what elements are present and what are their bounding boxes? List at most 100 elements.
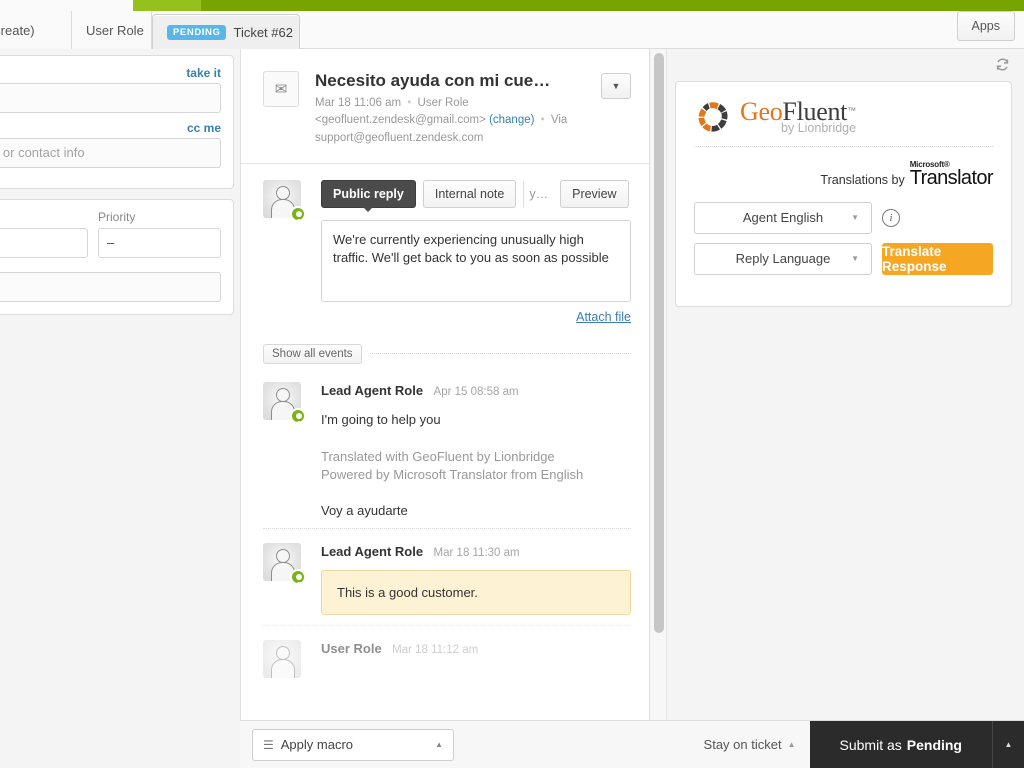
attributes-card: Priority – — [0, 199, 234, 315]
footer-actions: Stay on ticket ▲ Submit as Pending ▲ — [704, 720, 1024, 768]
apply-macro-label: Apply macro — [280, 737, 354, 752]
geofluent-wordmark: GeoFluent™ by Lionbridge — [740, 99, 856, 135]
tab-ticket-62[interactable]: PENDING Ticket #62 — [152, 14, 300, 50]
tab-create-label: n (create) — [0, 22, 35, 38]
separator-dot-2: • — [540, 114, 545, 127]
reply-textarea[interactable]: We're currently experiencing unusually h… — [321, 219, 631, 302]
top-bar-progress — [133, 0, 201, 11]
translate-response-button[interactable]: Translate Response — [882, 242, 993, 275]
via-label: Via — [550, 114, 568, 127]
ticket-conversation-pane: ✉ Necesito ayuda con mi cue… Mar 18 11:0… — [240, 49, 650, 720]
agent-language-row: Agent English ▼ i — [694, 201, 993, 234]
apps-button[interactable]: Apps — [956, 11, 1015, 41]
event-author: Lead Agent Role — [321, 544, 424, 560]
tab-create[interactable]: n (create) — [0, 11, 72, 49]
cc-me-link[interactable]: cc me — [0, 121, 221, 135]
list-icon: ☰ — [263, 737, 274, 752]
envelope-icon: ✉ — [263, 71, 299, 107]
event-body: User Role Mar 18 11:12 am — [303, 640, 631, 678]
apps-panel-toolbar — [675, 55, 1012, 81]
priority-column: Priority – — [98, 210, 221, 258]
apply-macro-button[interactable]: ☰ Apply macro ▲ — [252, 728, 454, 761]
tab-truncated[interactable]: y… — [523, 180, 553, 207]
agent-language-select[interactable]: Agent English ▼ — [694, 201, 872, 234]
translator-label: Translator — [909, 166, 994, 189]
event-translated-text: Voy a ayudarte — [321, 503, 408, 519]
event-time: Mar 18 11:12 am — [392, 644, 479, 657]
page-title: Necesito ayuda con mi cue… — [315, 71, 551, 90]
composer-body: Public reply Internal note y… Preview We… — [303, 179, 631, 324]
conversation-scrollbar[interactable] — [651, 49, 667, 720]
divider — [369, 353, 631, 355]
agent-badge-icon — [290, 205, 306, 222]
geofluent-app-card: GeoFluent™ by Lionbridge Translations by… — [675, 81, 1012, 307]
event-author: Lead Agent Role — [321, 382, 424, 398]
refresh-icon[interactable] — [995, 57, 1010, 76]
logo-geo: Geo — [740, 97, 783, 127]
submit-status: Pending — [906, 736, 962, 753]
tab-internal-note[interactable]: Internal note — [422, 179, 517, 208]
stay-on-ticket-dropdown[interactable]: Stay on ticket ▲ — [704, 737, 810, 752]
priority-label: Priority — [98, 210, 136, 224]
submit-options-chevron-up-icon[interactable]: ▲ — [992, 720, 1024, 768]
translations-by-label: Translations by — [820, 172, 905, 187]
assignee-card: take it ort cc me ame or contact info — [0, 55, 234, 189]
microsoft-translator-credit: Translations by Microsoft® Translator — [694, 161, 993, 188]
chevron-up-icon: ▲ — [435, 740, 443, 749]
scrollbar-thumb[interactable] — [654, 53, 664, 633]
ticket-options-chevron-down-icon[interactable]: ▼ — [601, 73, 631, 99]
attach-file-link[interactable]: Attach file — [321, 310, 631, 324]
avatar-image — [263, 640, 301, 679]
tab-user-role-label: User Role — [86, 22, 144, 38]
agent-language-value: Agent English — [742, 210, 824, 226]
chevron-down-icon: ▼ — [851, 254, 859, 264]
priority-select[interactable]: – — [98, 228, 221, 258]
chevron-up-icon: ▲ — [787, 740, 796, 749]
list-item: User Role Mar 18 11:12 am — [263, 625, 631, 688]
change-requester-link[interactable]: (change) — [489, 114, 534, 126]
avatar — [263, 543, 306, 615]
reply-language-select[interactable]: Reply Language ▼ — [694, 242, 872, 275]
event-body: Lead Agent Role Apr 15 08:58 am I'm goin… — [303, 382, 631, 519]
event-header: Lead Agent Role Apr 15 08:58 am — [321, 382, 631, 400]
avatar — [263, 640, 303, 679]
assignee-field[interactable]: ort — [0, 83, 221, 113]
translation-meta-line-2: Powered by Microsoft Translator from Eng… — [321, 467, 584, 483]
via-address: support@geofluent.zendesk.com — [315, 131, 484, 144]
event-header: User Role Mar 18 11:12 am — [321, 640, 631, 658]
avatar — [263, 179, 306, 324]
separator-dot: • — [407, 97, 412, 109]
ticket-requester-email: <geofluent.zendesk@gmail.com> — [315, 114, 486, 127]
tab-public-reply[interactable]: Public reply — [321, 179, 416, 212]
footer-left-spacer — [0, 720, 240, 768]
divider — [694, 146, 993, 147]
info-icon[interactable]: i — [882, 208, 900, 227]
ticket-header: ✉ Necesito ayuda con mi cue… Mar 18 11:0… — [241, 49, 649, 164]
reply-language-value: Reply Language — [735, 251, 831, 267]
take-it-link[interactable]: take it — [0, 66, 221, 80]
stay-on-ticket-label: Stay on ticket — [703, 737, 782, 752]
avatar — [263, 381, 306, 519]
tab-user-role[interactable]: User Role — [72, 11, 152, 49]
list-item: Lead Agent Role Apr 15 08:58 am I'm goin… — [263, 368, 631, 529]
event-header: Lead Agent Role Mar 18 11:30 am — [321, 543, 631, 561]
submit-button[interactable]: Submit as Pending — [809, 720, 992, 768]
show-all-events-button[interactable]: Show all events — [263, 343, 362, 364]
geofluent-ring-icon — [698, 102, 728, 132]
tags-field[interactable] — [0, 272, 221, 302]
show-all-events-row: Show all events — [263, 343, 631, 364]
top-brand-bar — [0, 0, 1024, 11]
reply-language-row: Reply Language ▼ Translate Response — [694, 242, 993, 275]
tab-ticket-label: Ticket #62 — [233, 25, 293, 40]
status-badge: PENDING — [167, 24, 227, 41]
tab-preview[interactable]: Preview — [560, 179, 629, 208]
cc-field[interactable]: ame or contact info — [0, 138, 221, 168]
type-select[interactable] — [0, 228, 88, 258]
geofluent-logo: GeoFluent™ by Lionbridge — [694, 98, 993, 136]
ticket-properties-sidebar: take it ort cc me ame or contact info Pr… — [0, 55, 234, 325]
logo-trademark: ™ — [847, 105, 857, 116]
translation-meta-line-1: Translated with GeoFluent by Lionbridge — [321, 448, 555, 464]
event-body: Lead Agent Role Mar 18 11:30 am This is … — [303, 543, 631, 616]
tab-strip: n (create) User Role PENDING Ticket #62 — [0, 11, 1024, 50]
ticket-submeta: Mar 18 11:06 am • User Role <geofluent.z… — [315, 95, 601, 147]
